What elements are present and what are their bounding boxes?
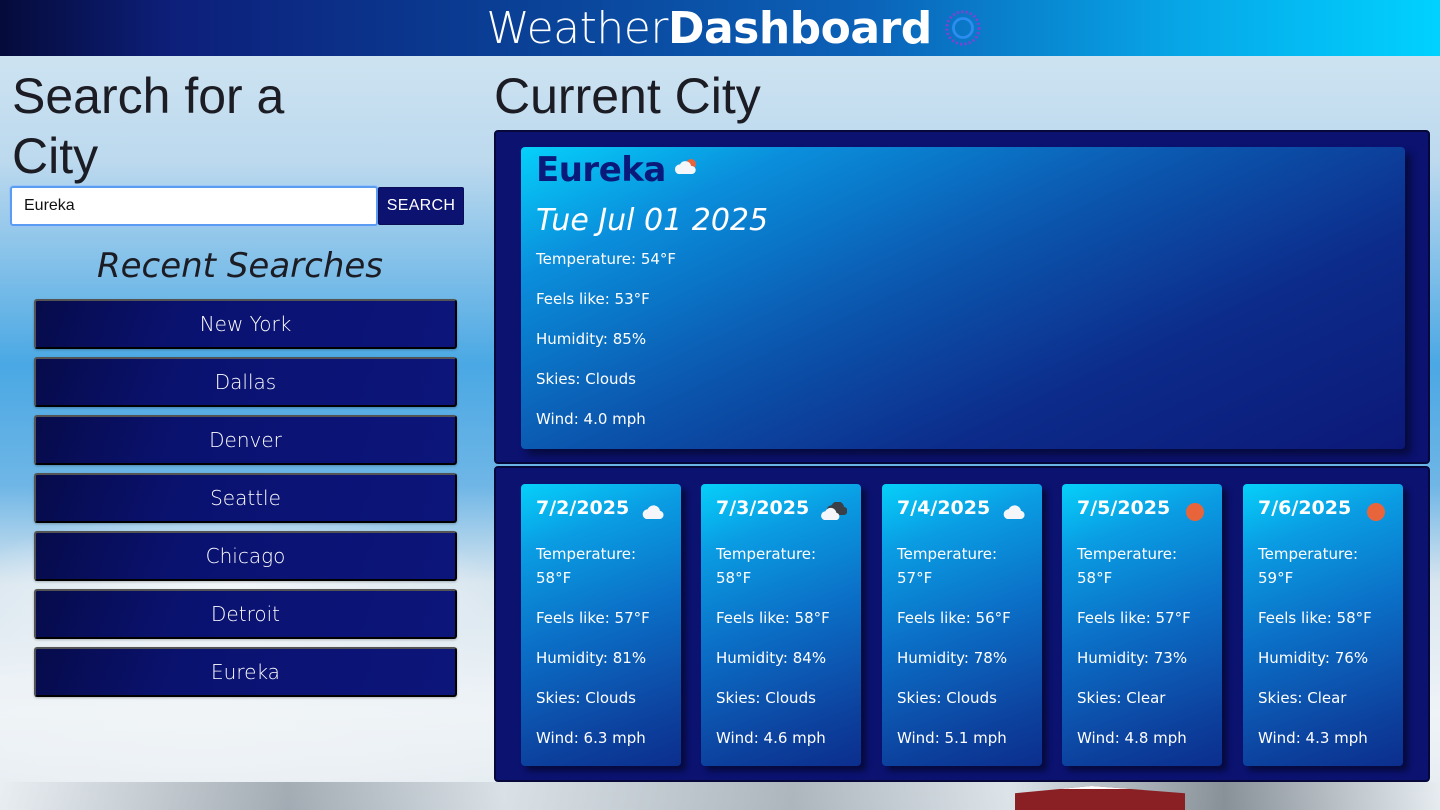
recent-search-item[interactable]: Chicago [34,531,457,581]
search-form: SEARCH [9,185,464,227]
forecast-date: 7/5/2025 [1077,497,1171,519]
city-name: Eureka [536,150,666,190]
forecast-panel: 7/2/2025 Temperature: 58°F Feels like: 5… [494,466,1430,782]
sun-icon [1186,503,1204,521]
recent-searches-heading: Recent Searches [96,246,384,286]
forecast-skies: Skies: Clouds [716,689,816,707]
forecast-feels-like: Feels like: 56°F [897,609,1011,627]
forecast-card: 7/6/2025 Temperature: 59°F Feels like: 5… [1243,484,1403,766]
recent-search-item[interactable]: Dallas [34,357,457,407]
search-input[interactable] [9,185,379,227]
sun-icon [945,10,981,46]
forecast-wind: Wind: 5.1 mph [897,729,1007,747]
forecast-skies: Skies: Clouds [536,689,636,707]
forecast-humidity: Humidity: 81% [536,649,647,667]
current-date: Tue Jul 01 2025 [536,203,769,238]
forecast-wind: Wind: 6.3 mph [536,729,646,747]
search-heading: Search for a City [12,68,285,184]
forecast-feels-like: Feels like: 58°F [1258,609,1372,627]
current-weather-card: Eureka Tue Jul 01 2025 Temperature: 54°F… [521,147,1405,449]
app-header: Weather Dashboard [0,0,1440,56]
brand-title-light: Weather [486,2,668,54]
forecast-card: 7/3/2025 Temperature: 58°F Feels like: 5… [701,484,861,766]
forecast-wind: Wind: 4.6 mph [716,729,826,747]
current-wind: Wind: 4.0 mph [536,410,646,428]
cloud-icon [1003,505,1025,519]
partly-cloudy-icon [674,159,696,174]
forecast-temperature: Temperature: 58°F [1077,545,1178,587]
recent-search-item[interactable]: Denver [34,415,457,465]
forecast-card: 7/2/2025 Temperature: 58°F Feels like: 5… [521,484,681,766]
recent-search-item[interactable]: Eureka [34,647,457,697]
forecast-feels-like: Feels like: 57°F [536,609,650,627]
search-panel: Search for a City SEARCH Recent Searches… [0,56,480,810]
forecast-temperature: Temperature: 58°F [536,545,637,587]
recent-search-item[interactable]: New York [34,299,457,349]
background-barn [995,782,1195,810]
forecast-humidity: Humidity: 76% [1258,649,1369,667]
forecast-date: 7/6/2025 [1258,497,1352,519]
forecast-temperature: Temperature: 58°F [716,545,817,587]
recent-search-item[interactable]: Detroit [34,589,457,639]
forecast-date: 7/4/2025 [897,497,991,519]
forecast-skies: Skies: Clear [1077,689,1166,707]
current-skies: Skies: Clouds [536,370,636,388]
forecast-skies: Skies: Clouds [897,689,997,707]
forecast-temperature: Temperature: 59°F [1258,545,1359,587]
current-weather-panel: Eureka Tue Jul 01 2025 Temperature: 54°F… [494,130,1430,464]
forecast-card: 7/5/2025 Temperature: 58°F Feels like: 5… [1062,484,1222,766]
current-stats: Temperature: 54°F Feels like: 53°F Humid… [536,249,1390,449]
city-row: Eureka [536,150,1390,190]
current-temperature: Temperature: 54°F [536,250,677,268]
forecast-feels-like: Feels like: 57°F [1077,609,1191,627]
current-city-heading: Current City [494,68,761,124]
forecast-date: 7/2/2025 [536,497,630,519]
forecast-feels-like: Feels like: 58°F [716,609,830,627]
current-humidity: Humidity: 85% [536,330,647,348]
forecast-card: 7/4/2025 Temperature: 57°F Feels like: 5… [882,484,1042,766]
dark-cloud-icon [821,502,847,520]
forecast-date: 7/3/2025 [716,497,810,519]
current-feels-like: Feels like: 53°F [536,290,650,308]
forecast-humidity: Humidity: 73% [1077,649,1188,667]
sun-icon [1367,503,1385,521]
brand: Weather Dashboard [486,3,982,54]
search-button[interactable]: SEARCH [378,187,464,225]
forecast-wind: Wind: 4.3 mph [1258,729,1368,747]
forecast-temperature: Temperature: 57°F [897,545,998,587]
forecast-humidity: Humidity: 84% [716,649,827,667]
forecast-humidity: Humidity: 78% [897,649,1008,667]
forecast-skies: Skies: Clear [1258,689,1347,707]
forecast-wind: Wind: 4.8 mph [1077,729,1187,747]
cloud-icon [642,505,664,519]
brand-title-bold: Dashboard [667,2,932,54]
recent-searches-list: New York Dallas Denver Seattle Chicago D… [34,299,457,705]
recent-search-item[interactable]: Seattle [34,473,457,523]
